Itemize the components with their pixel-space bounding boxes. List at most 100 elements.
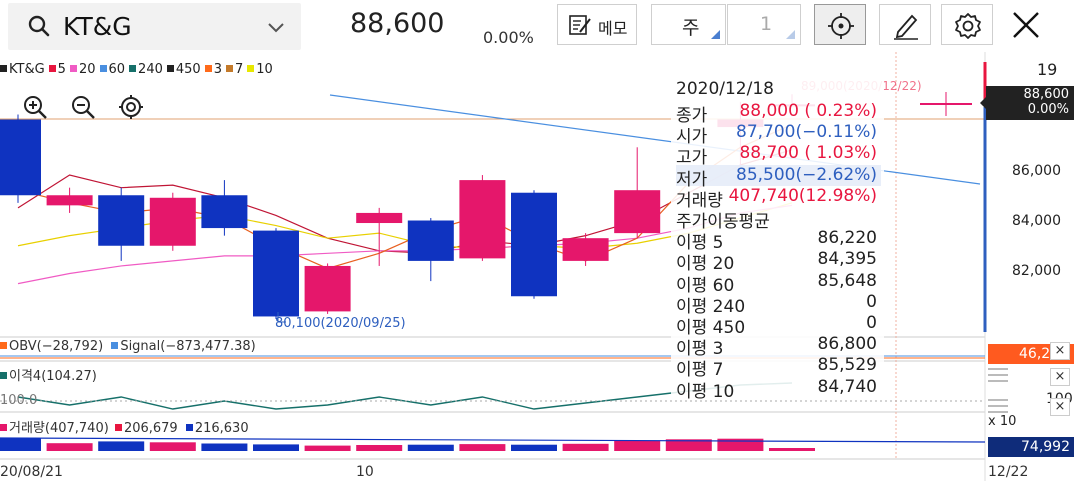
popup-key: 이평 10: [676, 381, 735, 402]
volume-bar: [769, 448, 815, 451]
legend-swatch: [204, 65, 212, 72]
pen-icon: [894, 14, 918, 40]
popup-ma-row: 이평 240 0: [676, 292, 881, 317]
disparity-base-label: 100.0: [0, 393, 38, 408]
candle-up: [149, 197, 196, 246]
period-number-label: 1: [760, 13, 773, 35]
period-type-select[interactable]: 주: [651, 4, 726, 45]
popup-value: 407,740(12.98%): [728, 185, 877, 206]
popup-value: 85,648: [817, 270, 877, 291]
volume-bar: [201, 443, 248, 451]
legend-item: 450: [166, 62, 201, 77]
vol-ma1-swatch: [114, 424, 122, 431]
volume-bar: [459, 444, 506, 451]
legend-item: 3: [204, 62, 222, 77]
popup-value: 86,800: [817, 334, 877, 355]
popup-value: 85,529: [817, 355, 877, 376]
signal-swatch: [111, 342, 119, 349]
y-axis-top-label: 19: [1037, 60, 1058, 79]
legend-swatch: [0, 65, 7, 72]
volume-bar: [98, 441, 145, 451]
popup-value: 88,000 ( 0.23%): [739, 101, 877, 121]
stock-name: KT&G: [63, 12, 132, 41]
candle-down: [201, 195, 248, 229]
volume-value: 거래량(407,740): [9, 421, 109, 436]
zoom-in-icon[interactable]: [22, 94, 48, 120]
x-label-month: 10: [356, 464, 374, 480]
volume-ma-line: [0, 437, 986, 443]
legend-swatch: [69, 65, 77, 72]
popup-ma-row: 이평 3 86,800: [676, 334, 881, 359]
legend-item: 240: [129, 62, 163, 77]
reset-view-icon[interactable]: [118, 94, 144, 120]
current-price-tag: 88,600 0.00%: [980, 86, 1074, 120]
vol-ma2-value: 216,630: [194, 421, 249, 436]
legend-label: 450: [175, 62, 201, 77]
price-tag-value: 88,600: [1023, 87, 1070, 102]
vol-ma1-value: 206,679: [123, 421, 178, 436]
drawing-tool-button[interactable]: [879, 4, 931, 45]
y-tick-86000: 86,000: [1012, 163, 1061, 179]
candle-up: [562, 238, 609, 261]
close-icon[interactable]: [1009, 8, 1043, 42]
popup-value: 0: [866, 313, 877, 333]
popup-row: 거래량 407,740(12.98%): [676, 185, 881, 211]
chart-area[interactable]: KT&G 5 20 60 240 450 3 7 10 19 86,000 84,000 82,…: [0, 52, 1078, 481]
stock-search-box[interactable]: KT&G: [8, 3, 301, 50]
candle-info-popup: 2020/12/18 종가 88,000 ( 0.23%) 시가 87,700(−0.…: [671, 76, 884, 402]
x-label-start: 20/08/21: [0, 464, 63, 480]
chevron-down-icon[interactable]: [266, 17, 286, 37]
close-obv-panel-button[interactable]: ×: [1050, 342, 1070, 360]
period-number-select[interactable]: 1: [727, 4, 801, 45]
legend-swatch: [225, 65, 233, 72]
legend-swatch: [247, 65, 255, 72]
legend-swatch: [99, 65, 107, 72]
candle-down: [407, 220, 454, 261]
volume-bar: [0, 438, 41, 451]
legend-label: KT&G: [9, 62, 45, 77]
popup-value: 84,395: [817, 249, 877, 270]
candle-up: [614, 190, 661, 234]
volume-bar: [253, 444, 299, 451]
memo-button[interactable]: 메모: [557, 4, 637, 45]
legend-label: 5: [57, 62, 66, 77]
zoom-out-icon[interactable]: [70, 94, 96, 120]
obv-label: OBV(−28,792) Signal(−873,477.38): [0, 339, 256, 354]
popup-ma-row: 이평 60 85,648: [676, 270, 881, 296]
disparity-swatch: [0, 372, 7, 379]
popup-ma-row: 이평 20 84,395: [676, 249, 881, 274]
popup-value: 85,500(−2.62%): [736, 164, 877, 185]
disparity-value: 이격4(104.27): [9, 369, 97, 384]
popup-row: 저가 85,500(−2.62%): [676, 164, 881, 190]
close-panel-button[interactable]: ×: [1050, 398, 1070, 416]
legend-item: 20: [69, 62, 96, 77]
volume-bar: [511, 444, 557, 451]
top-bar: KT&G 88,600 0.00% 메모 주 1: [0, 0, 1078, 52]
volume-swatch: [0, 424, 7, 431]
popup-value: 87,700(−0.11%): [736, 122, 877, 143]
signal-value: Signal(−873,477.38): [120, 339, 256, 354]
gear-icon: [955, 13, 981, 39]
popup-ma-row: 이평 450 0: [676, 313, 881, 338]
current-price: 88,600: [350, 8, 445, 39]
candle-up: [459, 180, 506, 259]
x-label-end: 12/22: [988, 464, 1029, 480]
popup-value: 84,740: [817, 376, 877, 397]
price-tag-pct: 0.00%: [1027, 102, 1069, 117]
volume-multiplier: x 10: [988, 414, 1017, 429]
legend-item: 60: [99, 62, 125, 77]
drag-handle-icon[interactable]: [988, 368, 1008, 386]
volume-bar: [407, 444, 454, 451]
memo-icon: [569, 15, 591, 35]
candle-down: [253, 230, 299, 317]
close-disparity-panel-button[interactable]: ×: [1050, 368, 1070, 386]
period-type-label: 주: [682, 17, 700, 39]
search-icon: [28, 15, 50, 37]
volume-bar: [562, 443, 609, 451]
volume-value-tag: 74,992: [988, 437, 1074, 457]
crosshair-button[interactable]: [814, 4, 866, 45]
change-percent: 0.00%: [483, 28, 534, 47]
dropdown-corner-icon: [711, 30, 720, 39]
popup-date: 2020/12/18: [676, 79, 774, 99]
settings-button[interactable]: [941, 4, 993, 45]
